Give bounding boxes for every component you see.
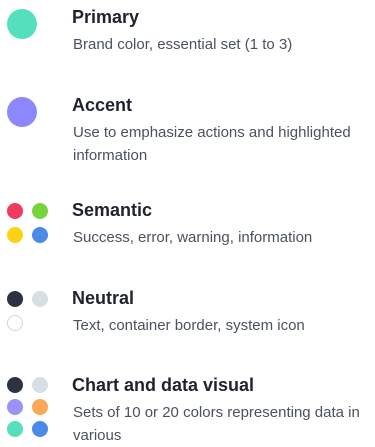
category-title: Accent xyxy=(72,95,133,115)
light-neutral-swatch-icon xyxy=(32,291,48,307)
category-title: Semantic xyxy=(72,200,153,220)
category-description: Brand color, essential set (1 to 3) xyxy=(73,36,293,53)
swatch-group-neutral xyxy=(0,287,60,347)
swatch-group-accent xyxy=(0,94,60,154)
warning-color-swatch-icon xyxy=(7,227,23,243)
category-title: Primary xyxy=(72,7,140,27)
chart-dark-swatch-icon xyxy=(7,377,23,393)
chart-teal-swatch-icon xyxy=(7,421,23,437)
success-color-swatch-icon xyxy=(32,203,48,219)
category-description: Sets of 10 or 20 colors representing dat… xyxy=(73,404,360,444)
accent-color-swatch-icon xyxy=(7,97,37,127)
chart-purple-swatch-icon xyxy=(7,399,23,415)
chart-light-swatch-icon xyxy=(32,377,48,393)
swatch-group-chart xyxy=(0,374,60,437)
category-title: Chart and data visual xyxy=(72,375,255,395)
information-color-swatch-icon xyxy=(32,227,48,243)
category-description: Success, error, warning, information xyxy=(73,229,313,246)
swatch-group-semantic xyxy=(0,199,60,259)
error-color-swatch-icon xyxy=(7,203,23,219)
chart-orange-swatch-icon xyxy=(32,399,48,415)
primary-color-swatch-icon xyxy=(7,9,37,39)
chart-blue-swatch-icon xyxy=(32,421,48,437)
category-description: Use to emphasize actions and highlighted… xyxy=(73,124,351,164)
dark-neutral-swatch-icon xyxy=(7,291,23,307)
white-neutral-swatch-icon xyxy=(7,315,23,331)
category-title: Neutral xyxy=(72,288,135,308)
swatch-group-primary xyxy=(0,6,60,66)
category-description: Text, container border, system icon xyxy=(73,317,305,334)
